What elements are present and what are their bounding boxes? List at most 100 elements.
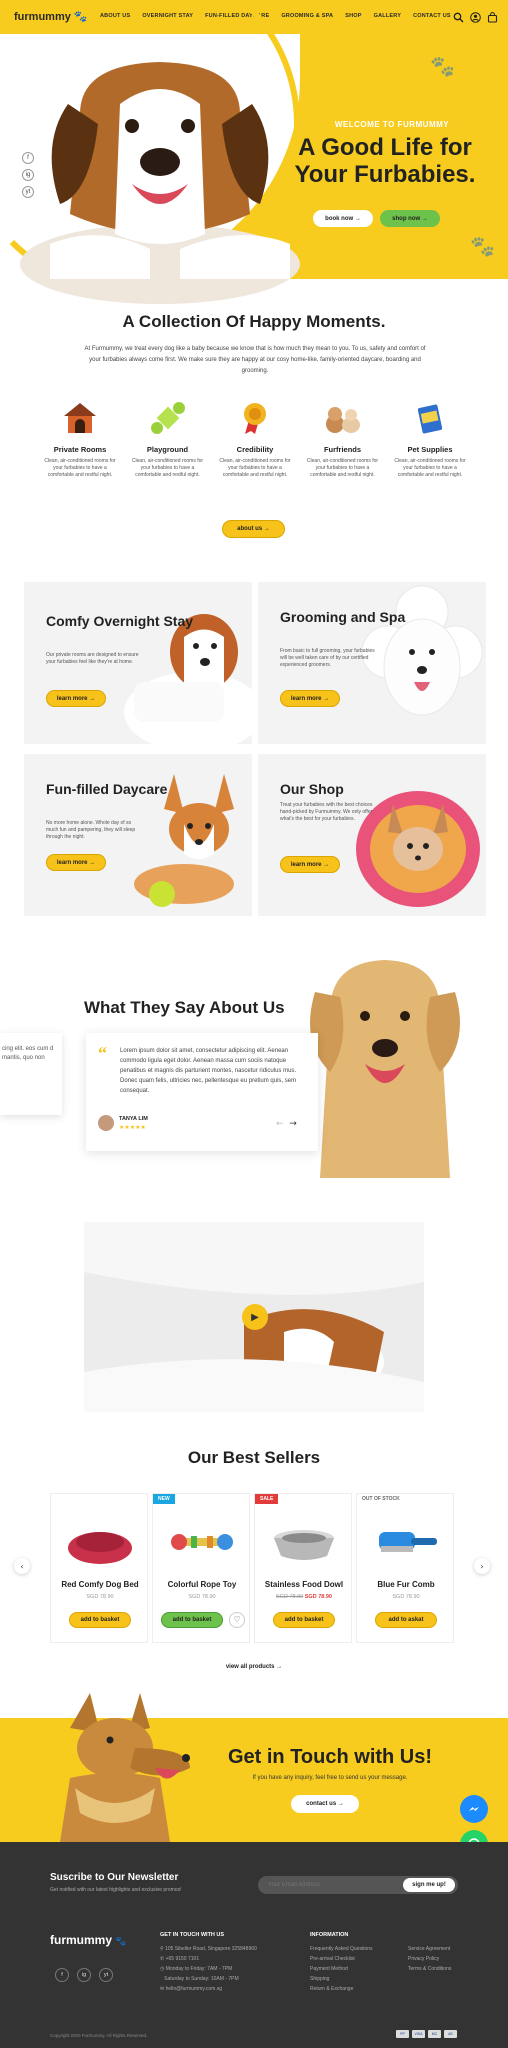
- service-card-grooming[interactable]: Grooming and Spa From basic to full groo…: [258, 582, 486, 744]
- information-links: Frequently Asked Questions Pre-arrival C…: [310, 1946, 373, 1992]
- hero-welcome-text: WELCOME TO FURMUMMY: [334, 120, 450, 129]
- fur-comb-image: [379, 1532, 437, 1552]
- add-to-basket-button[interactable]: add to askat: [375, 1612, 437, 1628]
- youtube-icon[interactable]: yt: [22, 186, 34, 198]
- service-card-overnight[interactable]: Comfy Overnight Stay Our private rooms a…: [24, 582, 252, 744]
- chevron-left-icon: ‹: [20, 1561, 24, 1571]
- service-title: Comfy Overnight Stay: [46, 613, 194, 629]
- arrow-right-icon: →: [323, 861, 330, 868]
- view-all-products-link[interactable]: view all products →: [0, 1664, 508, 1670]
- nav-grooming[interactable]: GROOMING & SPA: [281, 13, 333, 19]
- product-card[interactable]: NEW Colorful Rope Toy SGD 78.90 add to b…: [152, 1493, 250, 1643]
- sign-me-up-button[interactable]: sign me up!: [403, 1878, 455, 1892]
- information-heading: INFORMATION: [310, 1932, 349, 1938]
- product-name[interactable]: Red Comfy Dog Bed: [51, 1580, 149, 1589]
- footer-link[interactable]: Frequently Asked Questions: [310, 1946, 373, 1952]
- footer-link[interactable]: Pre-arrival Checklist: [310, 1956, 373, 1962]
- search-icon[interactable]: [453, 10, 464, 23]
- product-name[interactable]: Blue Fur Comb: [357, 1580, 455, 1589]
- footer-link[interactable]: Privacy Policy: [408, 1956, 451, 1962]
- service-title: Fun-filled Daycare: [46, 781, 168, 797]
- service-card-daycare[interactable]: Fun-filled Daycare No more home alone. W…: [24, 754, 252, 916]
- learn-more-button[interactable]: learn more →: [280, 690, 340, 707]
- book-now-button[interactable]: book now →: [313, 210, 373, 227]
- service-title: Our Shop: [280, 781, 344, 797]
- address-text: ⚲ 105 Sibeller Road, Singapore 325848960: [160, 1946, 257, 1952]
- arrow-right-icon: →: [337, 1801, 344, 1807]
- rating-stars: ★★★★★: [119, 1124, 146, 1131]
- facebook-icon[interactable]: f: [55, 1968, 69, 1982]
- hero-slider-dots: [363, 292, 398, 297]
- facebook-icon[interactable]: f: [22, 152, 34, 164]
- feature-desc: Clean, air-conditioned rooms for your fu…: [44, 458, 116, 478]
- dog-bed-image: [68, 1532, 132, 1564]
- pet-food-can-icon: [417, 404, 443, 434]
- slider-dot[interactable]: [373, 292, 378, 297]
- footer-link[interactable]: Shipping: [310, 1976, 373, 1982]
- arrow-right-icon: →: [89, 859, 96, 866]
- nav-gallery[interactable]: GALLERY: [374, 13, 401, 19]
- footer-link[interactable]: Service Agreement: [408, 1946, 451, 1952]
- bestsellers-title: Our Best Sellers: [187, 1448, 321, 1467]
- product-price: SGD 78.90 SGD 78.90: [276, 1594, 332, 1600]
- email-link[interactable]: ✉ hello@furmummy.com.sg: [160, 1986, 257, 1992]
- arrow-right-icon: →: [263, 526, 270, 532]
- nav-contact-us[interactable]: CONTACT US: [413, 13, 451, 19]
- learn-more-button[interactable]: learn more →: [46, 690, 106, 707]
- youtube-icon[interactable]: yt: [99, 1968, 113, 1982]
- play-button[interactable]: ▶: [242, 1304, 268, 1330]
- product-card[interactable]: OUT OF STOCK Blue Fur Comb SGD 78.90 add…: [356, 1493, 454, 1643]
- messenger-icon[interactable]: [460, 1795, 488, 1823]
- add-to-basket-button[interactable]: add to basket: [69, 1612, 131, 1628]
- product-card[interactable]: Red Comfy Dog Bed SGD 78.90 add to baske…: [50, 1493, 148, 1643]
- feature-private-rooms: Private Rooms Clean, air-conditioned roo…: [40, 400, 120, 479]
- service-desc: No more home alone. Whole day of so much…: [46, 820, 136, 840]
- hero-title: A Good Life for Your Furbabies.: [294, 134, 476, 188]
- about-us-button[interactable]: about us →: [222, 520, 285, 538]
- footer-link[interactable]: Terms & Conditions: [408, 1966, 451, 1972]
- feature-desc: Clean, air-conditioned rooms for your fu…: [131, 458, 204, 478]
- footer-link[interactable]: Return & Exchange: [310, 1986, 373, 1992]
- carousel-next-button[interactable]: ›: [474, 1558, 490, 1574]
- learn-more-button[interactable]: learn more →: [280, 856, 340, 873]
- feature-title: Private Rooms: [53, 445, 107, 454]
- hours-text-weekend: Saturday to Sunday: 10AM - 7PM: [164, 1976, 239, 1982]
- next-arrow-icon[interactable]: →: [289, 1119, 297, 1129]
- amex-icon: AE: [444, 2030, 457, 2038]
- cart-icon[interactable]: [487, 10, 498, 23]
- add-to-basket-button[interactable]: add to basket: [161, 1612, 223, 1628]
- shop-now-button[interactable]: shop now →: [380, 210, 440, 227]
- phone-text[interactable]: ✆ +65 9150 7101: [160, 1956, 257, 1962]
- product-card[interactable]: SALE Stainless Food Dowl SGD 78.90 SGD 7…: [254, 1493, 352, 1643]
- contact-info-heading: GET IN TOUCH WITH US: [160, 1932, 225, 1938]
- dog-on-bed-image: [124, 614, 252, 744]
- learn-more-button[interactable]: learn more →: [46, 854, 106, 871]
- slider-dot[interactable]: [393, 292, 398, 297]
- payment-methods: PP VISA MC AE: [396, 2030, 457, 2038]
- product-name[interactable]: Colorful Rope Toy: [153, 1580, 251, 1589]
- dog-and-cat-icon: [325, 407, 360, 433]
- footer-logo[interactable]: furmummy 🐾: [50, 1933, 127, 1947]
- newsletter-title: Suscribe to Our Newsletter: [50, 1872, 179, 1883]
- dog-house-icon: [64, 403, 96, 433]
- slider-dot[interactable]: [363, 292, 368, 297]
- carousel-prev-button[interactable]: ‹: [14, 1558, 30, 1574]
- slider-dot[interactable]: [383, 292, 388, 297]
- video-player[interactable]: ▶: [84, 1222, 424, 1412]
- contact-us-button[interactable]: contact us →: [291, 1795, 359, 1813]
- avatar: [98, 1115, 114, 1131]
- footer-link[interactable]: Payment Method: [310, 1966, 373, 1972]
- instagram-icon[interactable]: ig: [22, 169, 34, 181]
- product-name[interactable]: Stainless Food Dowl: [255, 1580, 353, 1589]
- out-of-stock-badge: OUT OF STOCK: [362, 1496, 400, 1502]
- instagram-icon[interactable]: ig: [77, 1968, 91, 1982]
- previous-testimonial-card[interactable]: cing elit. eos cum d mantis, quo non: [0, 1033, 62, 1115]
- service-card-shop[interactable]: Our Shop Treat your furbabies with the b…: [258, 754, 486, 916]
- visa-icon: VISA: [412, 2030, 425, 2038]
- add-to-basket-button[interactable]: add to basket: [273, 1612, 335, 1628]
- user-icon[interactable]: [470, 10, 481, 23]
- nav-shop[interactable]: SHOP: [345, 13, 361, 19]
- policy-links: Service Agreement Privacy Policy Terms &…: [408, 1946, 451, 1972]
- prev-arrow-icon[interactable]: ←: [276, 1119, 284, 1129]
- wishlist-heart-icon[interactable]: ♡: [229, 1612, 245, 1628]
